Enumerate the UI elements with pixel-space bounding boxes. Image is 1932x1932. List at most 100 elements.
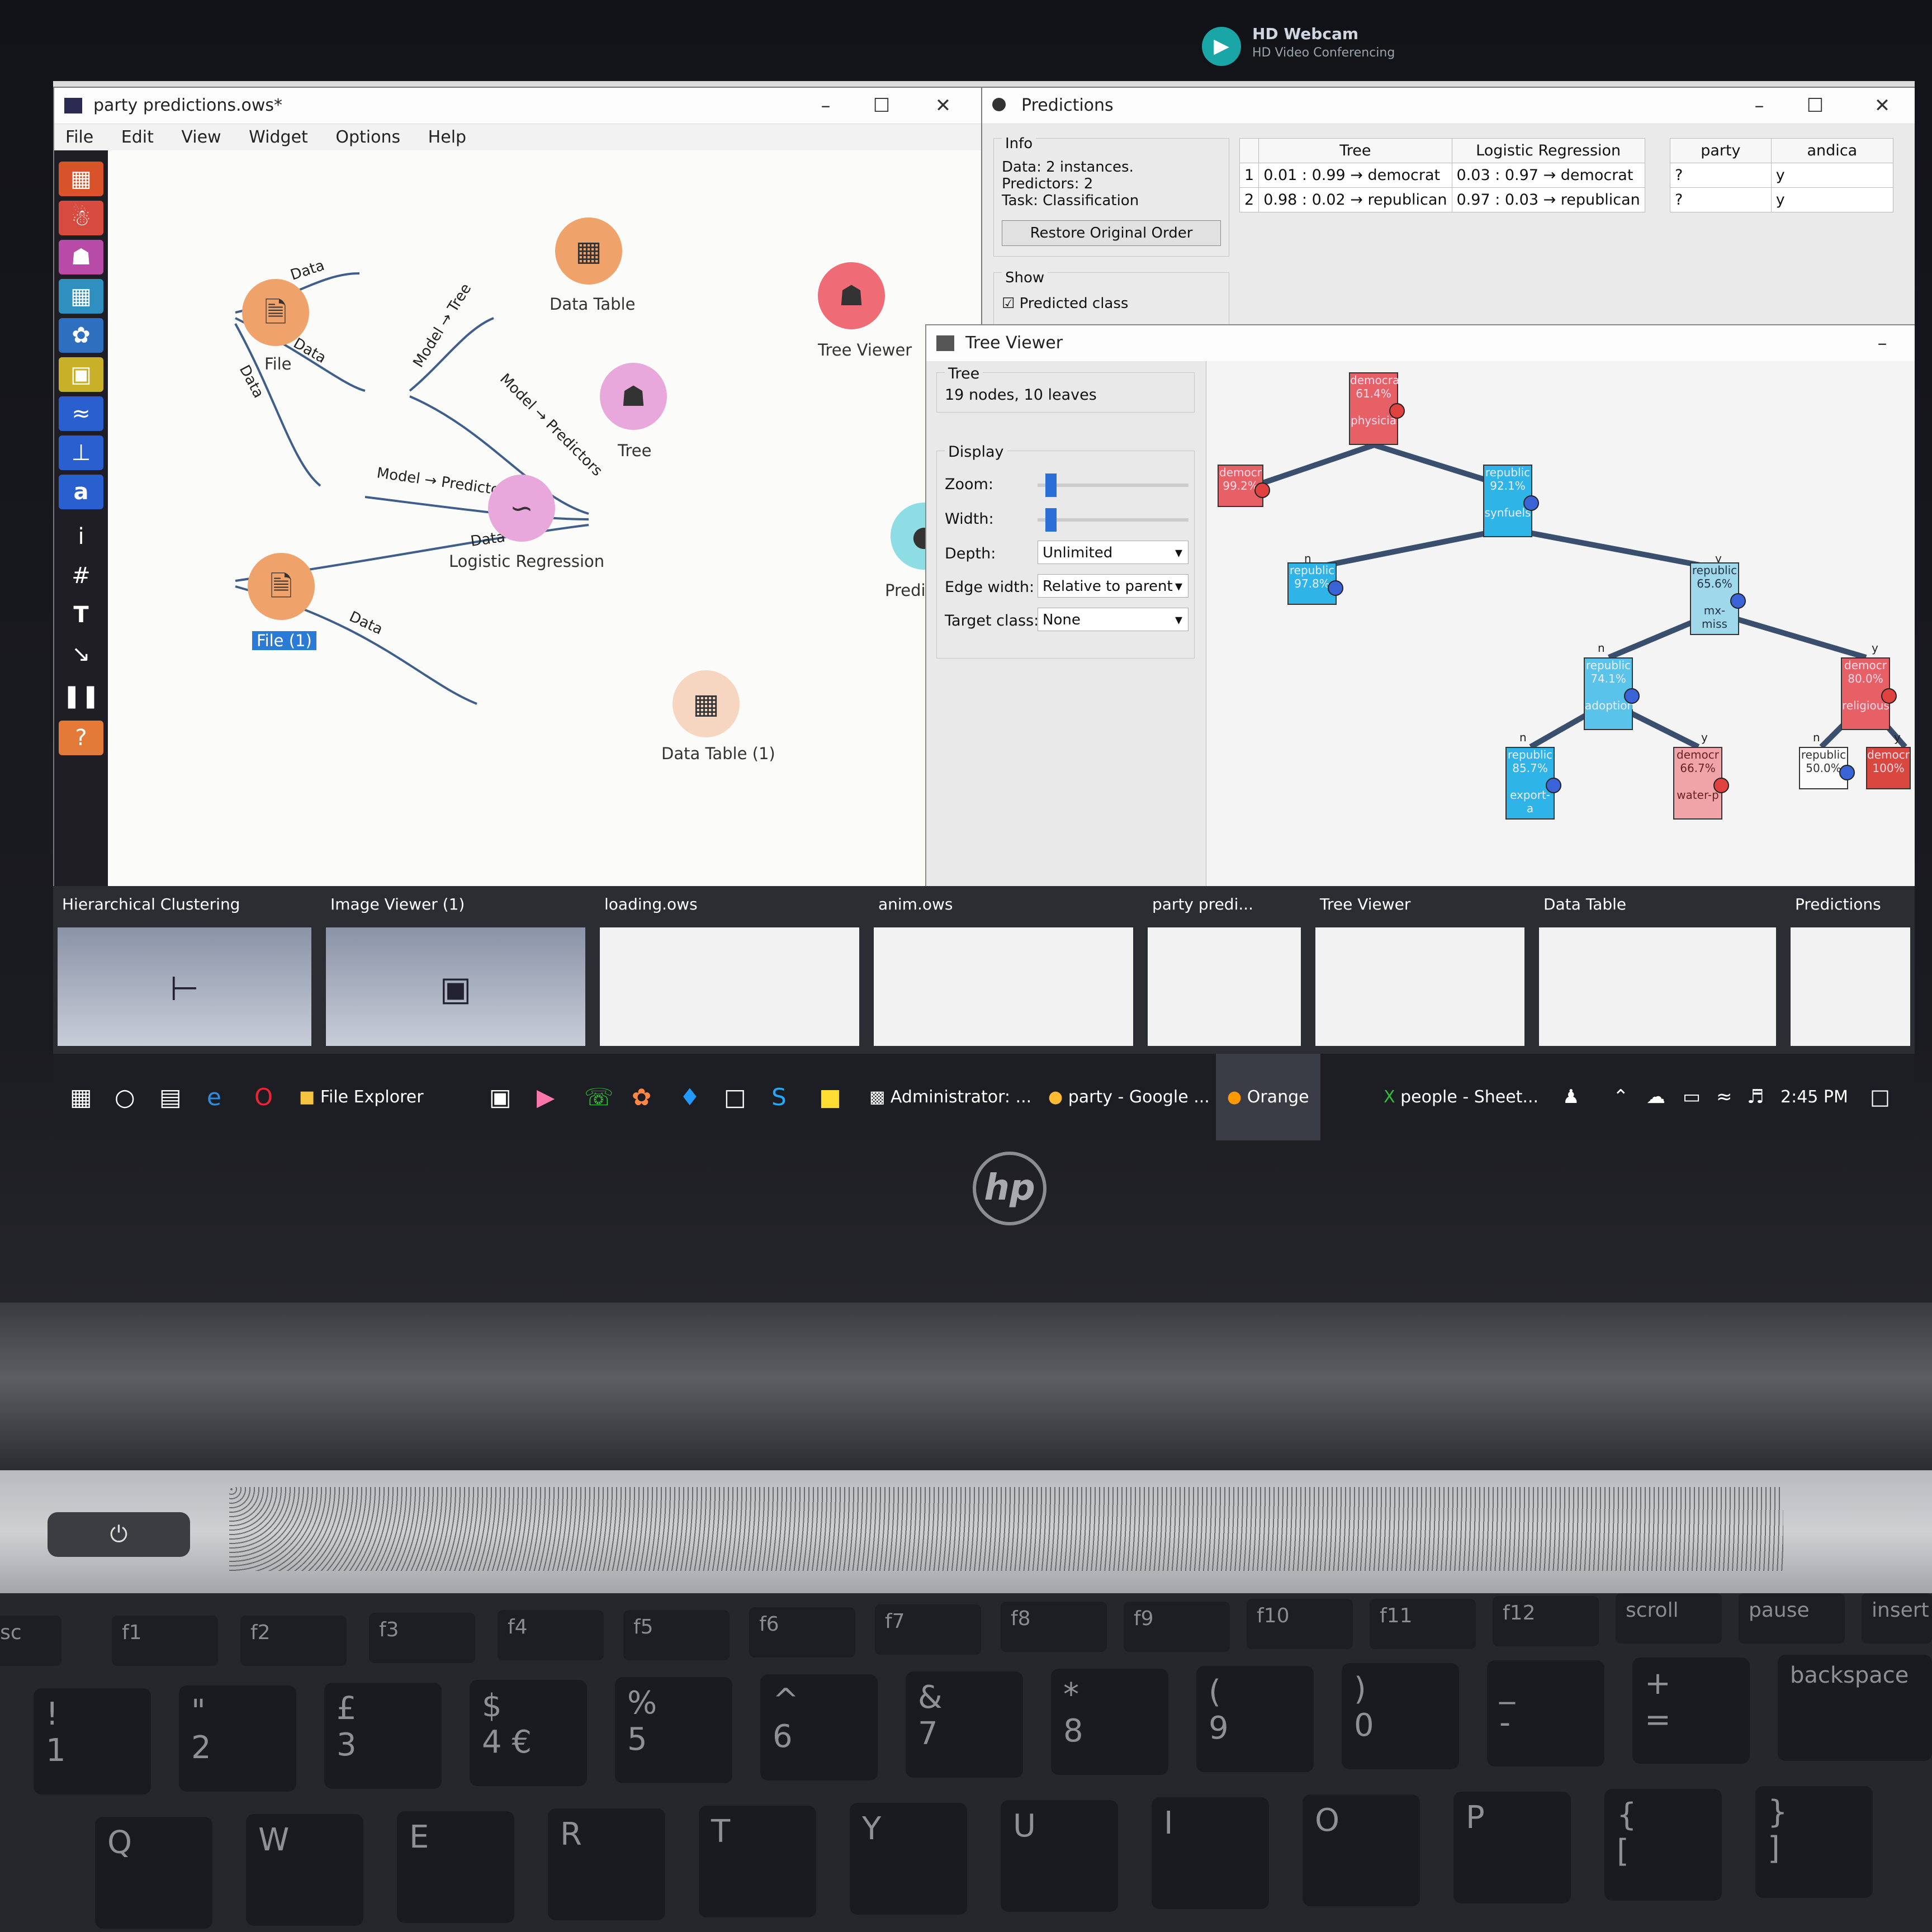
- file-widget[interactable]: 🗎: [242, 279, 309, 346]
- key-pause[interactable]: pause: [1739, 1593, 1845, 1644]
- preview-predictions[interactable]: Predictions: [1786, 886, 1915, 1054]
- data-category-icon[interactable]: ▦: [59, 162, 103, 196]
- key-6[interactable]: ^ 6: [760, 1674, 878, 1781]
- cortana-icon[interactable]: ○: [115, 1054, 135, 1140]
- unsupervised-category-icon[interactable]: ✿: [59, 318, 103, 353]
- width-slider-handle[interactable]: [1045, 508, 1057, 532]
- workflow-canvas[interactable]: Data Data Data Model → Tree Model → Pred…: [108, 150, 982, 937]
- data-table-1-widget[interactable]: ▦: [673, 670, 740, 737]
- zoom-slider[interactable]: [1038, 473, 1188, 497]
- menu-file[interactable]: File: [65, 127, 93, 147]
- key-f4[interactable]: f4: [498, 1610, 604, 1660]
- tree-node[interactable]: republic 92.1% synfuels: [1483, 465, 1539, 537]
- key-i[interactable]: I: [1152, 1797, 1269, 1909]
- spectroscopy-category-icon[interactable]: ≈: [59, 396, 103, 431]
- chrome-button[interactable]: ● party - Google ...: [1048, 1054, 1210, 1140]
- volume-icon[interactable]: ♬: [1747, 1054, 1764, 1140]
- tree-viewer-widget[interactable]: ☗: [818, 262, 885, 329]
- minimize-button[interactable]: –: [1854, 325, 1910, 361]
- wifi-icon[interactable]: ≈: [1716, 1054, 1732, 1140]
- maximize-button[interactable]: ☐: [854, 88, 910, 124]
- tree-widget[interactable]: ☗: [600, 363, 667, 430]
- key-f1[interactable]: f1: [112, 1616, 218, 1666]
- image-category-icon[interactable]: ▣: [59, 357, 103, 392]
- clock[interactable]: 2:45 PM: [1781, 1054, 1848, 1140]
- pause-icon[interactable]: ❚❚: [59, 679, 103, 713]
- tree-node[interactable]: democr 100%: [1866, 747, 1911, 789]
- key-backspace[interactable]: backspace: [1778, 1655, 1932, 1761]
- skype-icon[interactable]: S: [771, 1054, 787, 1140]
- key-f7[interactable]: f7: [875, 1604, 981, 1655]
- column-logistic-regression[interactable]: Logistic Regression: [1451, 138, 1645, 163]
- column-tree[interactable]: Tree: [1258, 138, 1452, 163]
- key-insert[interactable]: insert: [1862, 1593, 1932, 1644]
- chevron-up-icon[interactable]: ⌃: [1613, 1054, 1629, 1140]
- sticky-notes-icon[interactable]: ■: [819, 1054, 841, 1140]
- windows-start-icon[interactable]: ▦: [70, 1054, 92, 1140]
- minimize-button[interactable]: –: [798, 88, 854, 124]
- tree-canvas[interactable]: n y n y n y n y n y democra61.4% physicia…: [1206, 361, 1915, 963]
- tree-node[interactable]: democr 66.7% water-p: [1673, 747, 1729, 820]
- preview-loading-ows[interactable]: loading.ows: [595, 886, 864, 1054]
- timeseries-category-icon[interactable]: ⊥: [59, 435, 103, 470]
- key-esc[interactable]: esc: [0, 1616, 61, 1666]
- text-annotation-icon[interactable]: T: [59, 598, 103, 632]
- key-5[interactable]: % 5: [615, 1677, 732, 1783]
- document-icon[interactable]: □: [724, 1054, 746, 1140]
- predicted-class-checkbox[interactable]: ☑ Predicted class: [1002, 295, 1128, 312]
- key-w[interactable]: W: [246, 1814, 363, 1926]
- key-f2[interactable]: f2: [240, 1616, 347, 1666]
- key-t[interactable]: T: [699, 1806, 816, 1917]
- key-8[interactable]: * 8: [1051, 1669, 1168, 1775]
- column-handicapped[interactable]: andica: [1770, 138, 1894, 163]
- edge-width-select[interactable]: Relative to parent: [1038, 574, 1188, 598]
- tree-node[interactable]: republic 85.7% export-a: [1505, 747, 1561, 820]
- key-y[interactable]: Y: [850, 1803, 967, 1915]
- menu-edit[interactable]: Edit: [121, 127, 154, 147]
- logistic-regression-widget[interactable]: ∽: [488, 475, 555, 542]
- maximize-button[interactable]: ☐: [1787, 88, 1843, 124]
- key-right-bracket[interactable]: } ]: [1755, 1786, 1873, 1898]
- key-q[interactable]: Q: [95, 1817, 212, 1929]
- key-minus[interactable]: _ -: [1487, 1660, 1604, 1767]
- key-f11[interactable]: f11: [1370, 1599, 1476, 1649]
- excel-button[interactable]: X people - Sheet...: [1384, 1054, 1538, 1140]
- menu-help[interactable]: Help: [428, 127, 466, 147]
- tree-node[interactable]: democra 61.4% physicia: [1349, 372, 1405, 445]
- key-f6[interactable]: f6: [749, 1607, 855, 1658]
- key-4[interactable]: $ 4 €: [470, 1680, 587, 1786]
- model-category-icon[interactable]: ☗: [59, 240, 103, 274]
- whatsapp-icon[interactable]: ☏: [584, 1054, 614, 1140]
- close-button[interactable]: ✕: [915, 88, 971, 124]
- preview-image-viewer[interactable]: Image Viewer (1) ▣: [321, 886, 590, 1054]
- tree-node[interactable]: democr 99.2%: [1218, 465, 1270, 507]
- key-left-bracket[interactable]: { [: [1604, 1789, 1722, 1901]
- arrow-annotation-icon[interactable]: ↘: [59, 637, 103, 671]
- notification-icon[interactable]: □: [1870, 1054, 1890, 1140]
- key-0[interactable]: ) 0: [1342, 1663, 1459, 1769]
- evaluate-category-icon[interactable]: ▦: [59, 279, 103, 314]
- preview-tree-viewer[interactable]: Tree Viewer: [1311, 886, 1529, 1054]
- restore-order-button[interactable]: Restore Original Order: [1002, 220, 1221, 246]
- key-3[interactable]: £ 3: [324, 1683, 442, 1789]
- people-icon[interactable]: ♟: [1562, 1054, 1579, 1140]
- key-f8[interactable]: f8: [1001, 1602, 1107, 1652]
- battery-icon[interactable]: ▭: [1683, 1054, 1701, 1140]
- tree-node[interactable]: republic 74.1% adoption: [1584, 657, 1640, 730]
- power-button[interactable]: ⏻: [48, 1512, 190, 1557]
- data-table-widget[interactable]: ▦: [555, 217, 622, 285]
- target-class-select[interactable]: None: [1038, 608, 1188, 632]
- file-explorer-button[interactable]: ■ File Explorer: [299, 1054, 424, 1140]
- tree-node[interactable]: republic 97.8%: [1287, 562, 1343, 605]
- menu-options[interactable]: Options: [335, 127, 400, 147]
- table-row[interactable]: ? y: [1670, 187, 1894, 212]
- onedrive-icon[interactable]: ☁: [1646, 1054, 1665, 1140]
- minimize-button[interactable]: –: [1731, 88, 1787, 124]
- table-row[interactable]: 1 0.01 : 0.99 → democrat 0.03 : 0.97 → dem…: [1239, 163, 1645, 188]
- preview-hierarchical-clustering[interactable]: Hierarchical Clustering ⊢: [53, 886, 316, 1054]
- key-p[interactable]: P: [1453, 1792, 1571, 1903]
- key-9[interactable]: ( 9: [1196, 1666, 1314, 1772]
- key-f3[interactable]: f3: [369, 1613, 475, 1663]
- tree-node[interactable]: republic 50.0%: [1799, 747, 1855, 789]
- help-icon[interactable]: ?: [59, 721, 103, 755]
